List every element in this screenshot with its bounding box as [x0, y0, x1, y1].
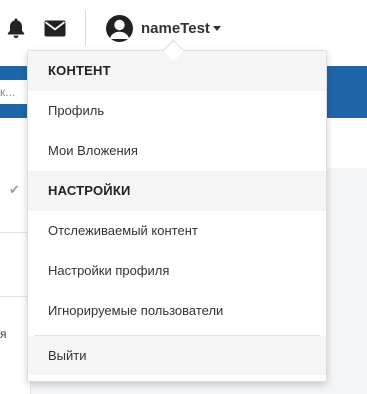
bell-icon[interactable] — [2, 14, 30, 42]
text-fragment: я — [0, 327, 7, 341]
user-menu-toggle[interactable]: nameTest — [106, 14, 221, 42]
menu-item-watched-content[interactable]: Отслеживаемый контент — [28, 211, 326, 251]
check-icon[interactable]: ✔ — [9, 182, 20, 198]
caret-down-icon — [212, 26, 221, 31]
user-dropdown-menu: КОНТЕНТ Профиль Мои Вложения НАСТРОЙКИ О… — [27, 50, 327, 382]
menu-item-profile[interactable]: Профиль — [28, 91, 326, 131]
username: nameTest — [141, 19, 210, 37]
card-divider — [0, 232, 30, 233]
logout-button[interactable]: Выйти — [28, 336, 326, 375]
card-divider — [0, 296, 30, 297]
menu-section-header: НАСТРОЙКИ — [28, 171, 326, 211]
menu-item-ignored-users[interactable]: Игнорируемые пользователи — [28, 291, 326, 331]
user-avatar-icon — [106, 14, 133, 42]
toolbar-divider — [85, 10, 86, 46]
menu-item-profile-settings[interactable]: Настройки профиля — [28, 251, 326, 291]
envelope-icon[interactable] — [41, 14, 69, 42]
menu-item-attachments[interactable]: Мои Вложения — [28, 131, 326, 171]
